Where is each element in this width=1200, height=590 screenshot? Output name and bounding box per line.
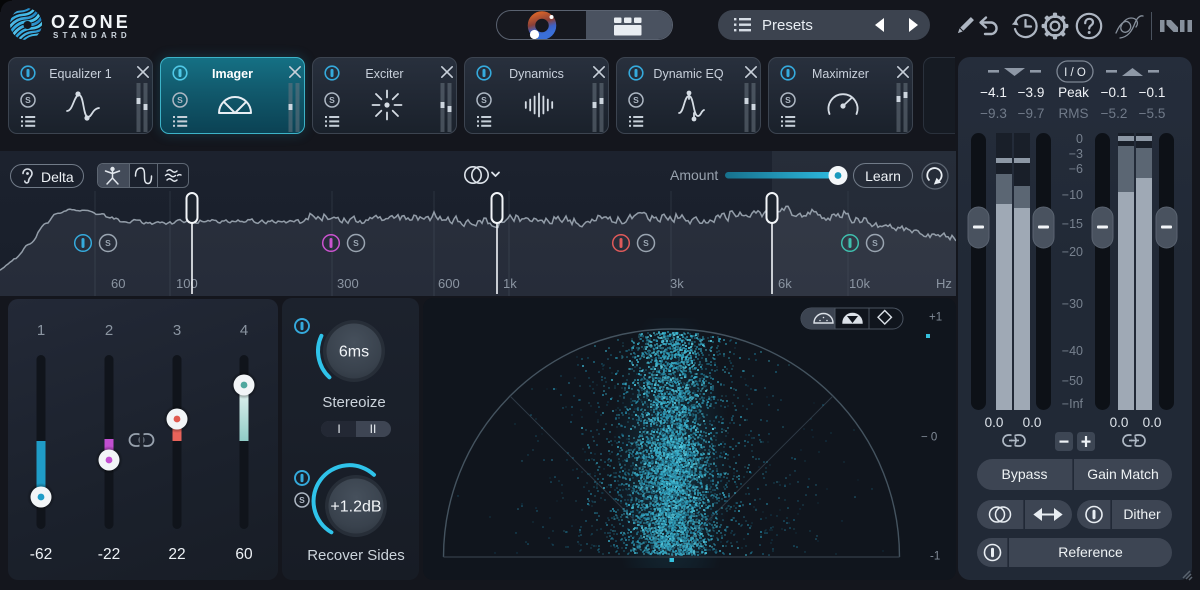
svg-text:Recover Sides: Recover Sides <box>307 547 405 564</box>
svg-text:Stereoize: Stereoize <box>322 394 385 411</box>
svg-text:60: 60 <box>111 276 125 291</box>
svg-text:Presets: Presets <box>762 17 813 34</box>
svg-text:S: S <box>25 95 31 105</box>
svg-text:300: 300 <box>337 276 359 291</box>
svg-text:4: 4 <box>240 322 248 339</box>
svg-text:-62: -62 <box>30 546 52 563</box>
svg-text:Delta: Delta <box>41 169 74 185</box>
svg-text:S: S <box>785 95 791 105</box>
svg-text:S: S <box>299 495 305 505</box>
svg-text:-22: -22 <box>98 546 120 563</box>
svg-text:+1.2dB: +1.2dB <box>330 499 381 516</box>
svg-text:3: 3 <box>173 322 181 339</box>
svg-text:S: S <box>643 238 649 248</box>
svg-text:10k: 10k <box>849 276 870 291</box>
svg-text:S: S <box>633 95 639 105</box>
svg-text:6k: 6k <box>778 276 792 291</box>
svg-text:Hz: Hz <box>936 276 952 291</box>
svg-text:3k: 3k <box>670 276 684 291</box>
svg-text:60: 60 <box>235 546 253 563</box>
svg-text:S: S <box>481 95 487 105</box>
svg-text:S: S <box>353 238 359 248</box>
svg-text:II: II <box>370 422 377 436</box>
svg-text:S: S <box>329 95 335 105</box>
svg-text:2: 2 <box>105 322 113 339</box>
svg-text:S: S <box>872 238 878 248</box>
svg-text:22: 22 <box>168 546 185 563</box>
svg-text:S: S <box>177 95 183 105</box>
svg-text:600: 600 <box>438 276 460 291</box>
svg-text:I: I <box>337 422 340 436</box>
svg-text:1k: 1k <box>503 276 517 291</box>
svg-text:6ms: 6ms <box>339 344 369 361</box>
svg-text:S: S <box>105 238 111 248</box>
svg-text:100: 100 <box>176 276 198 291</box>
svg-text:1: 1 <box>37 322 45 339</box>
